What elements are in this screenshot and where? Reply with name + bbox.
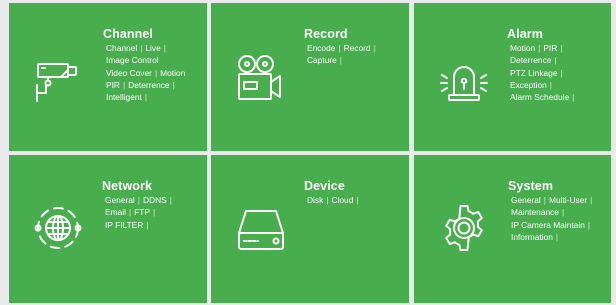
tile-title[interactable]: Channel	[103, 27, 153, 41]
separator: |	[572, 92, 575, 103]
separator: |	[373, 43, 376, 53]
separator: |	[163, 43, 166, 53]
link-ip-camera-maintain[interactable]: IP Camera Maintain	[511, 220, 585, 230]
gear-icon	[438, 202, 490, 254]
separator: |	[169, 195, 172, 205]
system-tile[interactable]: System General | Multi-User | Maintenance | …	[414, 155, 611, 303]
tile-title[interactable]: Record	[304, 27, 348, 41]
link-motion[interactable]: Motion	[510, 43, 535, 53]
separator: |	[587, 219, 591, 230]
separator: |	[560, 43, 563, 53]
separator: |	[122, 79, 126, 90]
separator: |	[538, 43, 541, 53]
channel-tile[interactable]: Channel Channel | Live | Image Control Vide…	[9, 3, 207, 151]
link-disk[interactable]: Disk	[307, 195, 323, 205]
tile-links: Disk | Cloud |	[307, 194, 362, 206]
alarm-light-icon	[438, 55, 490, 107]
separator: |	[128, 207, 132, 218]
separator: |	[555, 231, 559, 242]
separator: |	[560, 67, 563, 78]
separator: |	[554, 55, 557, 66]
separator: |	[543, 195, 546, 205]
tile-title[interactable]: Network	[102, 179, 152, 193]
link-multi-user[interactable]: Multi-User	[549, 195, 587, 205]
separator: |	[590, 195, 593, 205]
tile-links: General | DDNS | Email | FTP | IP FILTER |	[105, 194, 175, 231]
separator: |	[549, 79, 552, 90]
settings-menu-grid: Channel Channel | Live | Image Control Vide…	[0, 0, 616, 305]
link-alarm-schedule[interactable]: Alarm Schedule	[510, 92, 569, 102]
separator: |	[561, 207, 565, 218]
separator: |	[172, 79, 175, 90]
tile-links: Encode | Record | Capture |	[307, 42, 379, 67]
separator: |	[326, 195, 329, 205]
link-pir[interactable]: PIR	[106, 80, 120, 90]
separator: |	[137, 195, 140, 205]
separator: |	[152, 207, 156, 218]
link-information[interactable]: Information	[511, 232, 553, 242]
link-ftp[interactable]: FTP	[134, 207, 150, 217]
hard-drive-icon	[235, 203, 287, 255]
tile-title[interactable]: Device	[304, 179, 345, 193]
link-deterrence[interactable]: Deterrence	[510, 55, 551, 65]
network-tile[interactable]: Network General | DDNS | Email | FTP | IP FILT…	[9, 155, 207, 303]
link-record[interactable]: Record	[344, 43, 371, 53]
link-channel[interactable]: Channel	[106, 43, 137, 53]
alarm-tile[interactable]: Alarm Motion | PIR | Deterrence | PTZ Linkag…	[414, 3, 611, 151]
camera-icon	[31, 55, 83, 107]
video-camera-icon	[233, 53, 285, 105]
separator: |	[140, 43, 143, 53]
link-email[interactable]: Email	[105, 207, 126, 217]
link-deterrence[interactable]: Deterrence	[128, 80, 169, 90]
tile-links: General | Multi-User | Maintenance | IP Came…	[511, 194, 595, 243]
link-video-cover[interactable]: Video Cover	[106, 68, 152, 78]
link-general[interactable]: General	[511, 195, 541, 205]
link-encode[interactable]: Encode	[307, 43, 335, 53]
separator: |	[154, 67, 158, 78]
tile-title[interactable]: Alarm	[507, 27, 543, 41]
link-ptz-linkage[interactable]: PTZ Linkage	[510, 68, 557, 78]
device-tile[interactable]: Device Disk | Cloud |	[211, 155, 409, 303]
separator: |	[338, 43, 341, 53]
link-general[interactable]: General	[105, 195, 135, 205]
link-live[interactable]: Live	[145, 43, 160, 53]
link-pir[interactable]: PIR	[543, 43, 557, 53]
link-image-control[interactable]: Image Control	[106, 55, 159, 65]
globe-icon	[32, 202, 84, 254]
tile-title[interactable]: System	[508, 179, 553, 193]
link-cloud[interactable]: Cloud	[331, 195, 353, 205]
tile-links: Channel | Live | Image Control Video Cover |…	[106, 42, 185, 103]
link-intelligent[interactable]: Intelligent	[106, 92, 142, 102]
tile-links: Motion | PIR | Deterrence | PTZ Linkage | Exc…	[510, 42, 577, 103]
link-maintenance[interactable]: Maintenance	[511, 207, 559, 217]
link-exception[interactable]: Exception	[510, 80, 547, 90]
link-capture[interactable]: Capture	[307, 55, 337, 65]
separator: |	[339, 55, 342, 66]
link-ddns[interactable]: DDNS	[143, 195, 167, 205]
separator: |	[146, 219, 149, 230]
separator: |	[144, 92, 148, 103]
link-ip-filter[interactable]: IP FILTER	[105, 220, 143, 230]
separator: |	[356, 195, 359, 205]
link-motion[interactable]: Motion	[160, 68, 185, 78]
record-tile[interactable]: Record Encode | Record | Capture |	[211, 3, 409, 151]
